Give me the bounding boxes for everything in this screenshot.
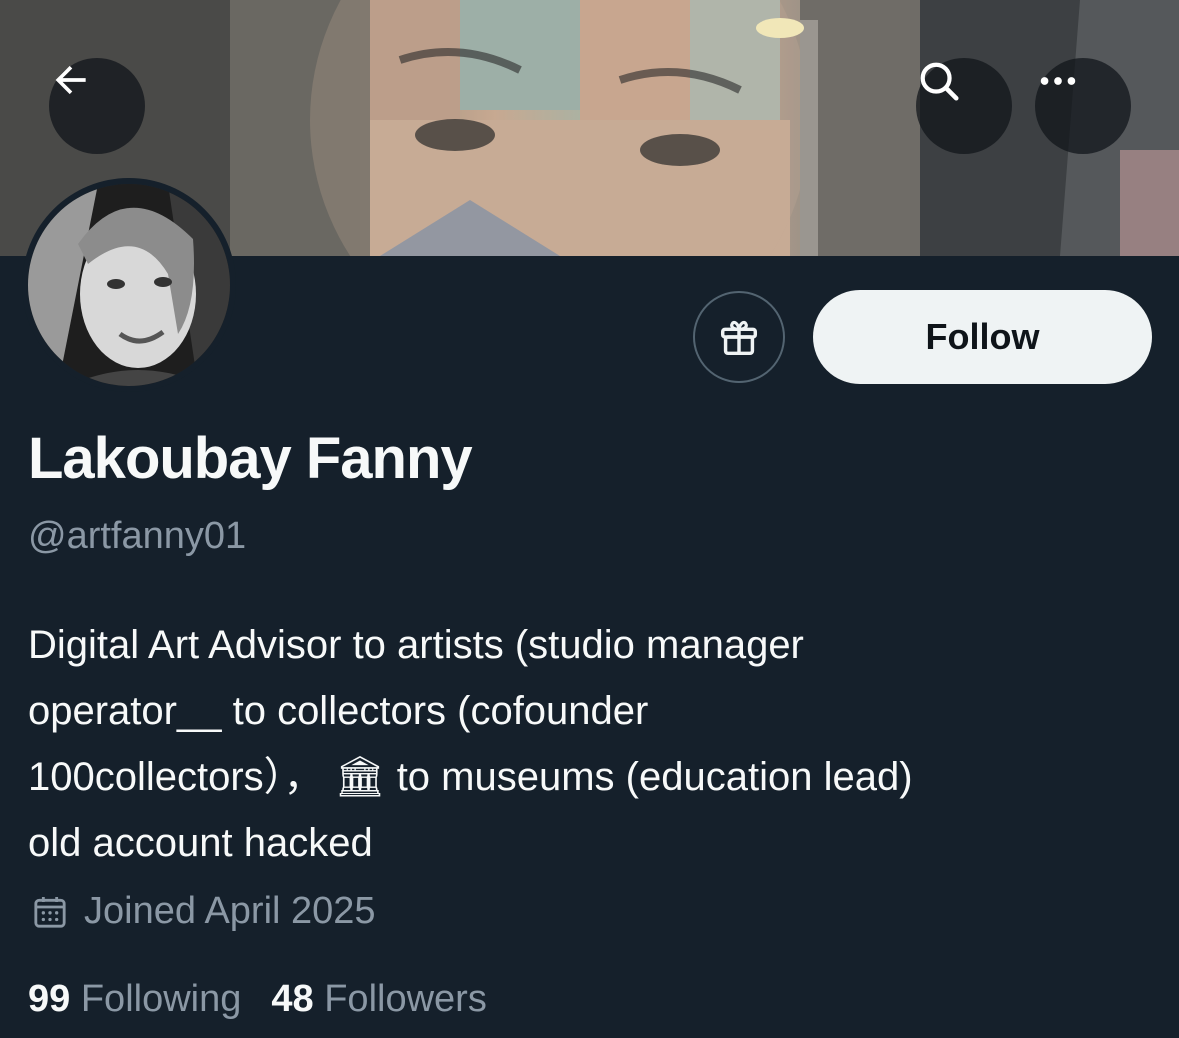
back-button[interactable] [49,58,145,154]
profile-handle: @artfanny01 [28,515,247,557]
joined-text: Joined April 2025 [84,890,376,932]
followers-link[interactable]: 48 Followers [271,978,486,1021]
bio-line: old account hacked [28,821,373,865]
followers-label: Followers [324,978,487,1020]
profile-name: Lakoubay Fanny [28,426,473,491]
joined-date: Joined April 2025 [30,890,376,933]
more-options-button[interactable] [1035,58,1131,154]
follow-button[interactable]: Follow [813,290,1152,384]
more-horizontal-icon [1040,77,1076,85]
following-link[interactable]: 99 Following [28,978,241,1021]
bio-line: 100collectors）， 🏛 to museums (education … [28,755,913,799]
search-icon [920,62,959,101]
search-button[interactable] [916,58,1012,154]
avatar[interactable] [22,178,236,392]
followers-count: 48 [271,978,314,1020]
follow-stats: 99 Following 48 Followers [28,978,487,1021]
following-label: Following [80,978,242,1020]
bio-line: operator__ to collectors (cofounder [28,689,649,733]
gift-icon [720,320,758,356]
following-count: 99 [28,978,71,1020]
avatar-photo [28,184,230,386]
bio-line: Digital Art Advisor to artists (studio m… [28,623,804,667]
arrow-left-icon [55,65,86,95]
profile-bio: Digital Art Advisor to artists (studio m… [28,612,1148,876]
gift-button[interactable] [693,291,785,383]
calendar-icon [34,896,66,928]
